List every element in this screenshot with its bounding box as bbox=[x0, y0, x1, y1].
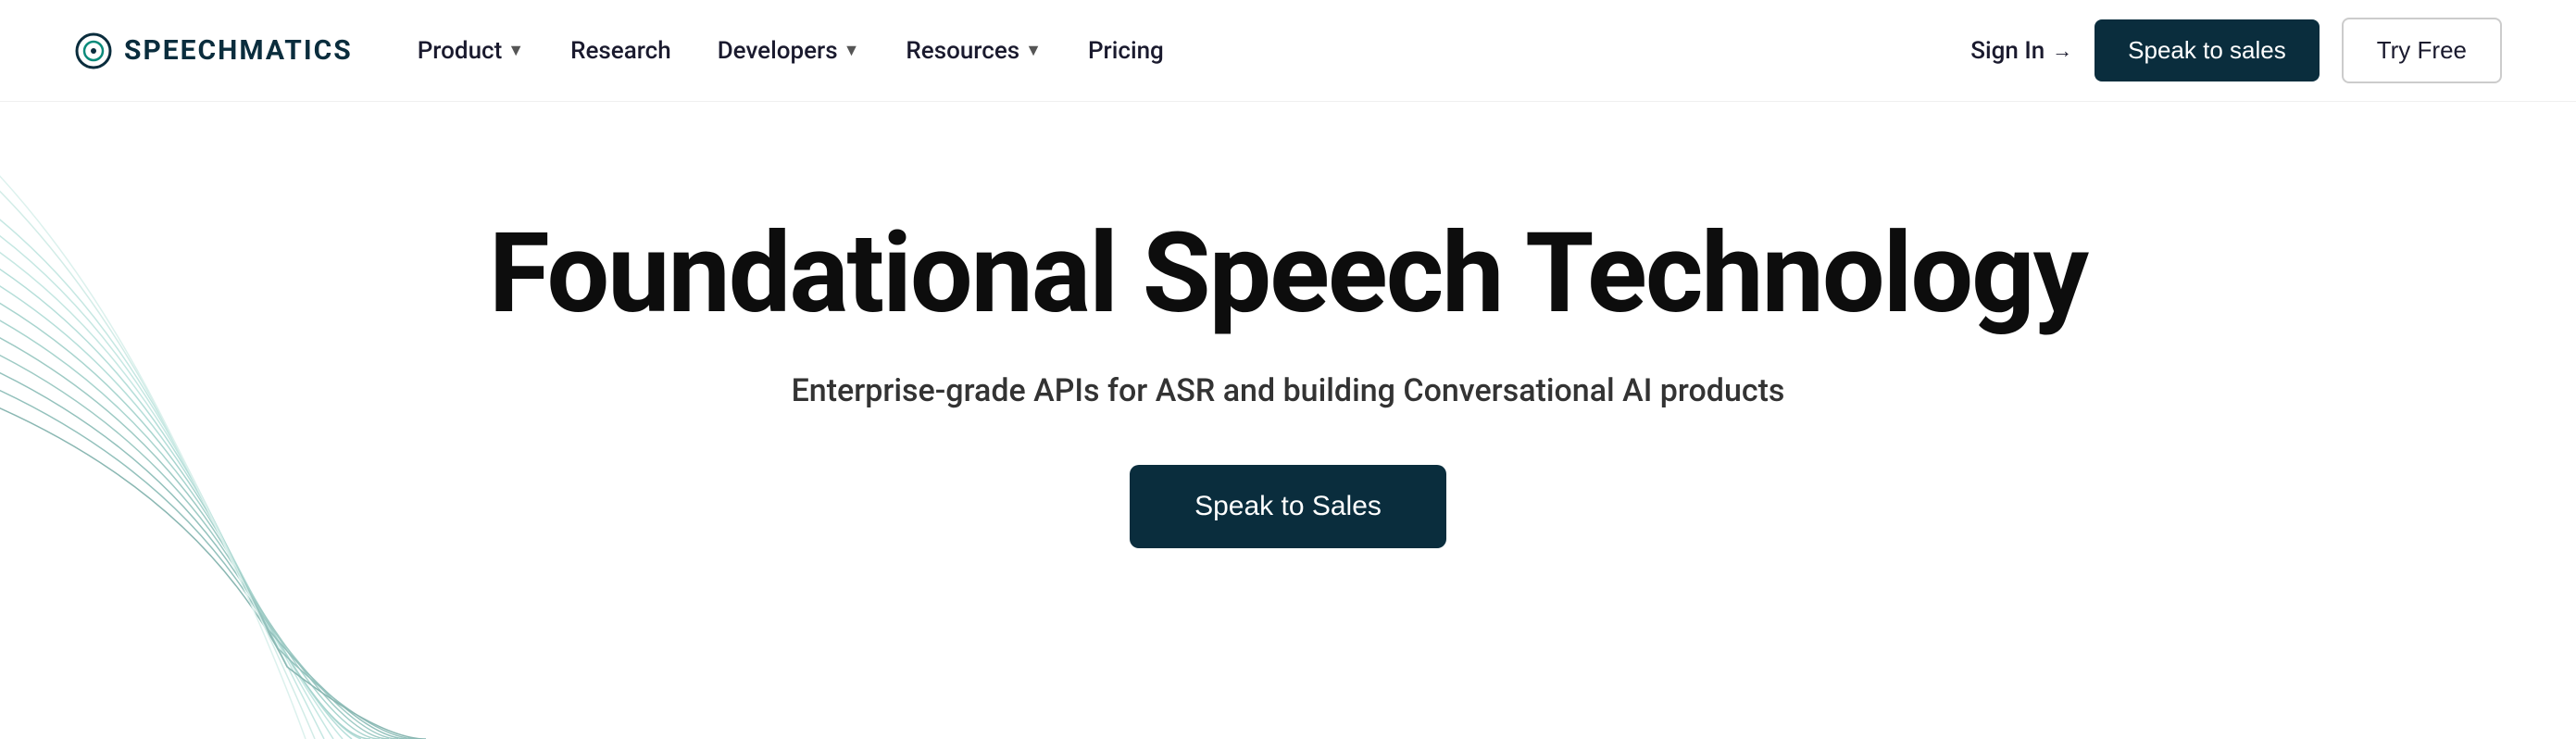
nav-item-resources[interactable]: Resources ▼ bbox=[906, 37, 1042, 65]
try-free-button[interactable]: Try Free bbox=[2342, 18, 2502, 83]
sign-in-link[interactable]: Sign In → bbox=[1970, 37, 2072, 65]
hero-section: Foundational Speech Technology Enterpris… bbox=[0, 102, 2576, 548]
navbar-right: Sign In → Speak to sales Try Free bbox=[1970, 18, 2502, 83]
speak-to-sales-button[interactable]: Speak to sales bbox=[2095, 19, 2320, 81]
chevron-down-icon: ▼ bbox=[844, 41, 860, 60]
navbar-left: SPEECHMATICS Product ▼ Research Develope… bbox=[74, 31, 1164, 70]
logo-link[interactable]: SPEECHMATICS bbox=[74, 31, 353, 70]
nav-link-developers[interactable]: Developers ▼ bbox=[718, 37, 860, 65]
nav-item-research[interactable]: Research bbox=[570, 37, 671, 65]
arrow-right-icon: → bbox=[2052, 39, 2072, 63]
nav-link-product[interactable]: Product ▼ bbox=[418, 37, 524, 65]
nav-links: Product ▼ Research Developers ▼ Resource… bbox=[418, 37, 1164, 65]
hero-subtitle: Enterprise-grade APIs for ASR and buildi… bbox=[792, 372, 1785, 409]
nav-item-pricing[interactable]: Pricing bbox=[1088, 37, 1164, 65]
logo-icon bbox=[74, 31, 113, 70]
nav-link-resources[interactable]: Resources ▼ bbox=[906, 37, 1042, 65]
nav-link-pricing[interactable]: Pricing bbox=[1088, 37, 1164, 65]
nav-link-research[interactable]: Research bbox=[570, 37, 671, 65]
chevron-down-icon: ▼ bbox=[1025, 41, 1042, 60]
nav-item-developers[interactable]: Developers ▼ bbox=[718, 37, 860, 65]
logo-text: SPEECHMATICS bbox=[124, 34, 353, 67]
chevron-down-icon: ▼ bbox=[507, 41, 524, 60]
nav-item-product[interactable]: Product ▼ bbox=[418, 37, 524, 65]
hero-title: Foundational Speech Technology bbox=[489, 213, 2087, 335]
navbar: SPEECHMATICS Product ▼ Research Develope… bbox=[0, 0, 2576, 102]
hero-cta-button[interactable]: Speak to Sales bbox=[1130, 465, 1446, 548]
